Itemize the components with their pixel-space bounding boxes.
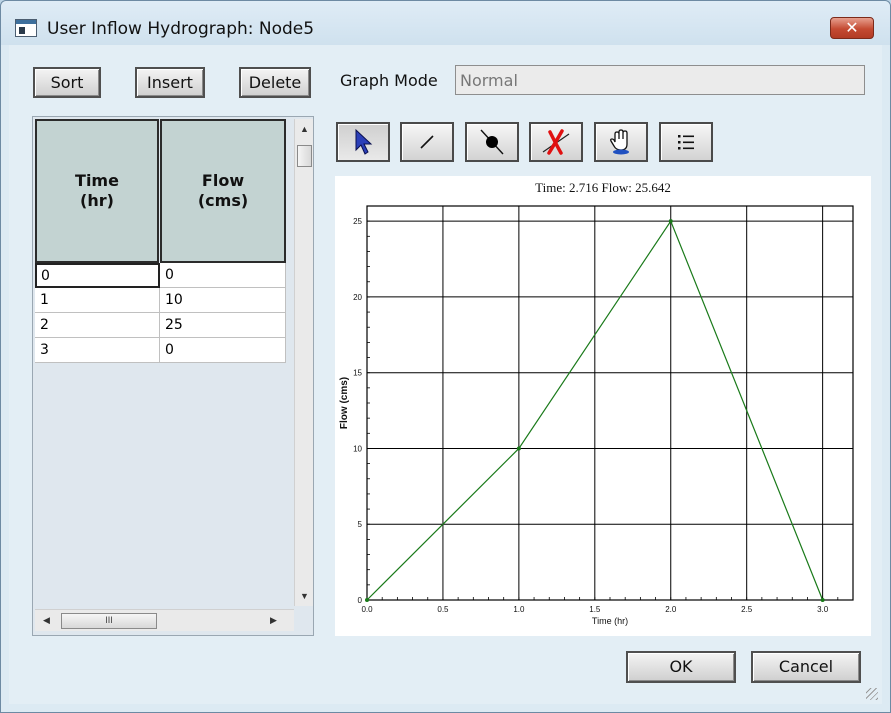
flow-cell[interactable]: 25 bbox=[160, 313, 286, 338]
cancel-button[interactable]: Cancel bbox=[751, 651, 861, 683]
chart-canvas[interactable]: Time: 2.716 Flow: 25.642 0.0 0.5 1.0 1.5 2.0… bbox=[335, 176, 871, 636]
flow-cell[interactable]: 0 bbox=[160, 263, 286, 288]
flow-data-point[interactable] bbox=[365, 598, 369, 602]
time-header-unit: (hr) bbox=[80, 191, 114, 210]
point-tool-button[interactable] bbox=[465, 122, 519, 162]
y-tick-label: 20 bbox=[353, 293, 362, 302]
resize-grip[interactable] bbox=[866, 688, 878, 700]
hydrograph-chart[interactable]: Time: 2.716 Flow: 25.642 0.0 0.5 1.0 1.5 2.0… bbox=[335, 176, 871, 636]
plot-area bbox=[366, 205, 854, 601]
flow-header-unit: (cms) bbox=[197, 191, 249, 210]
select-tool-button[interactable] bbox=[336, 122, 390, 162]
flow-data-point[interactable] bbox=[820, 598, 825, 602]
point-icon bbox=[480, 129, 504, 155]
list-tool-button[interactable] bbox=[659, 122, 713, 162]
delete-button[interactable]: Delete bbox=[239, 67, 311, 98]
graph-mode-label: Graph Mode bbox=[340, 71, 438, 90]
app-icon bbox=[15, 19, 37, 37]
scroll-right-icon[interactable]: ▶ bbox=[270, 615, 277, 626]
vertical-scrollbar[interactable]: ▲ ▼ bbox=[294, 119, 313, 606]
line-tool-button[interactable] bbox=[400, 122, 454, 162]
graph-mode-field[interactable]: Normal bbox=[455, 65, 865, 95]
window-title: User Inflow Hydrograph: Node5 bbox=[47, 19, 315, 39]
close-button[interactable]: ✕ bbox=[830, 17, 874, 39]
time-cell[interactable]: 0 bbox=[35, 263, 160, 288]
flow-cell[interactable]: 10 bbox=[160, 288, 286, 313]
hand-icon bbox=[610, 129, 629, 155]
line-icon bbox=[420, 135, 434, 149]
horizontal-scrollbar[interactable]: ◀ III ▶ bbox=[35, 609, 294, 631]
y-tick-label: 10 bbox=[353, 444, 362, 453]
time-cell[interactable]: 2 bbox=[35, 313, 160, 338]
y-tick-label: 15 bbox=[353, 369, 362, 378]
time-cell[interactable]: 3 bbox=[35, 338, 160, 363]
sort-button[interactable]: Sort bbox=[33, 67, 101, 98]
y-tick-label: 25 bbox=[353, 217, 362, 226]
delete-point-tool-button[interactable] bbox=[529, 122, 583, 162]
chart-title: Time: 2.716 Flow: 25.642 bbox=[535, 180, 671, 195]
flow-column-header[interactable]: Flow (cms) bbox=[160, 119, 286, 263]
ok-button[interactable]: OK bbox=[626, 651, 736, 683]
flow-data-point[interactable] bbox=[516, 446, 521, 451]
scroll-up-icon[interactable]: ▲ bbox=[300, 124, 309, 134]
x-tick-label: 3.0 bbox=[817, 605, 829, 614]
x-tick-label: 2.0 bbox=[665, 605, 677, 614]
title-bar[interactable]: User Inflow Hydrograph: Node5 ✕ bbox=[1, 1, 890, 45]
flow-cell[interactable]: 0 bbox=[160, 338, 286, 363]
horizontal-scroll-thumb[interactable]: III bbox=[61, 613, 157, 629]
x-tick-label: 1.0 bbox=[513, 605, 525, 614]
flow-data-point[interactable] bbox=[668, 219, 673, 224]
red-x-icon bbox=[542, 129, 570, 155]
y-axis-label: Flow (cms) bbox=[339, 377, 350, 429]
vertical-scroll-thumb[interactable] bbox=[297, 145, 312, 167]
time-header-label: Time bbox=[75, 171, 119, 190]
dialog-body: Sort Insert Delete Graph Mode Normal Tim… bbox=[9, 45, 882, 704]
x-tick-label: 1.5 bbox=[589, 605, 601, 614]
time-cell[interactable]: 1 bbox=[35, 288, 160, 313]
x-tick-label: 0.0 bbox=[361, 605, 373, 614]
x-axis-label: Time (hr) bbox=[592, 616, 628, 626]
y-tick-label: 0 bbox=[358, 596, 363, 605]
y-tick-label: 5 bbox=[358, 520, 363, 529]
scroll-down-icon[interactable]: ▼ bbox=[300, 591, 309, 601]
x-tick-label: 2.5 bbox=[741, 605, 753, 614]
list-icon bbox=[678, 135, 694, 150]
dialog-window: User Inflow Hydrograph: Node5 ✕ Sort Ins… bbox=[0, 0, 891, 713]
scroll-left-icon[interactable]: ◀ bbox=[43, 615, 50, 626]
x-tick-label: 0.5 bbox=[437, 605, 449, 614]
insert-button[interactable]: Insert bbox=[135, 67, 205, 98]
data-grid: Time (hr) Flow (cms) 0 0 1 10 2 25 3 0 ▲ ▼… bbox=[32, 116, 314, 636]
pan-tool-button[interactable] bbox=[594, 122, 648, 162]
pointer-arrow-icon bbox=[355, 128, 373, 155]
time-column-header[interactable]: Time (hr) bbox=[35, 119, 159, 263]
flow-header-label: Flow bbox=[201, 171, 245, 190]
